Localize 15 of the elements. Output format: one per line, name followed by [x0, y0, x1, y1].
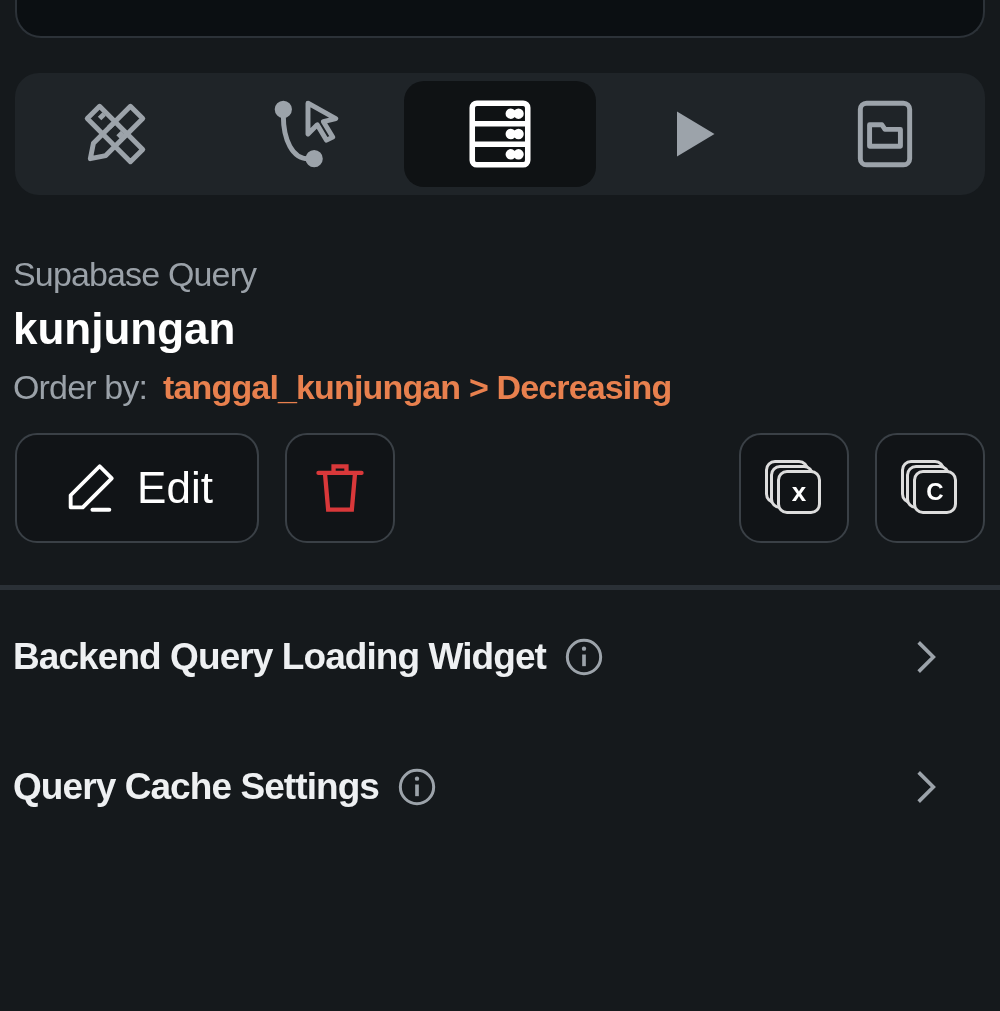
- info-icon[interactable]: [397, 767, 437, 807]
- copy-button[interactable]: C: [875, 433, 985, 543]
- query-type-label: Supabase Query: [13, 254, 258, 295]
- section-row[interactable]: Query Cache Settings: [0, 722, 1000, 852]
- query-name: kunjungan: [13, 303, 237, 355]
- section-row[interactable]: Backend Query Loading Widget: [0, 592, 1000, 722]
- order-by-label: Order by:: [13, 367, 148, 408]
- edit-button[interactable]: Edit: [15, 433, 259, 543]
- section-title: Backend Query Loading Widget: [13, 635, 546, 680]
- delete-button[interactable]: [285, 433, 395, 543]
- section-title: Query Cache Settings: [13, 765, 379, 810]
- tab[interactable]: [403, 81, 597, 187]
- info-icon[interactable]: [563, 637, 604, 677]
- order-by-value: tanggal_kunjungan > Decreasing: [163, 367, 672, 408]
- variable-button[interactable]: x: [739, 433, 849, 543]
